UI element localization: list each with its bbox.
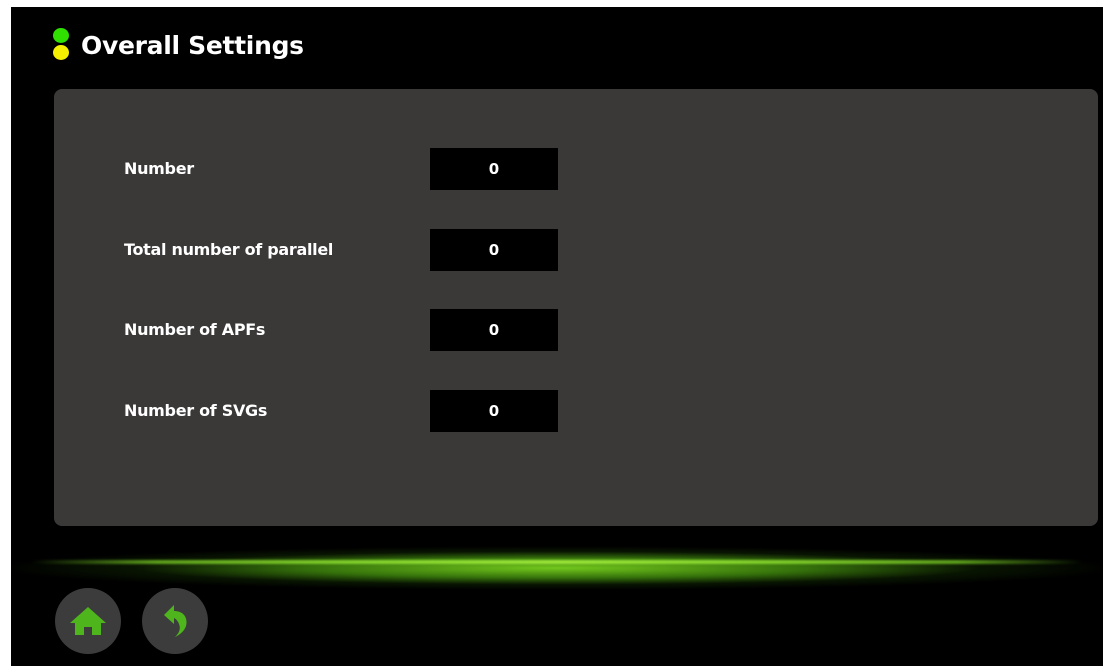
setting-row-svgs: Number of SVGs 0 [54,390,1098,432]
back-arrow-icon [164,605,187,637]
setting-row-number: Number 0 [54,148,1098,190]
setting-row-apfs: Number of APFs 0 [54,309,1098,351]
setting-label-total-parallel: Total number of parallel [124,240,334,259]
svgs-count-input[interactable]: 0 [430,390,558,432]
green-status-dot [53,28,69,43]
setting-label-number: Number [124,159,194,178]
status-indicator [53,27,69,67]
yellow-status-dot [53,45,69,60]
number-input[interactable]: 0 [430,148,558,190]
glow-line [31,560,1083,564]
apfs-count-input[interactable]: 0 [430,309,558,351]
hmi-screen: Overall Settings Number 0 Total number o… [11,7,1103,666]
total-parallel-input[interactable]: 0 [430,229,558,271]
setting-label-svgs: Number of SVGs [124,401,268,420]
setting-row-total-parallel: Total number of parallel 0 [54,229,1098,271]
settings-panel: Number 0 Total number of parallel 0 Numb… [54,89,1098,526]
back-button[interactable] [142,588,208,654]
setting-label-apfs: Number of APFs [124,320,266,339]
home-button[interactable] [55,588,121,654]
page-title: Overall Settings [81,31,304,60]
home-icon [70,607,106,635]
